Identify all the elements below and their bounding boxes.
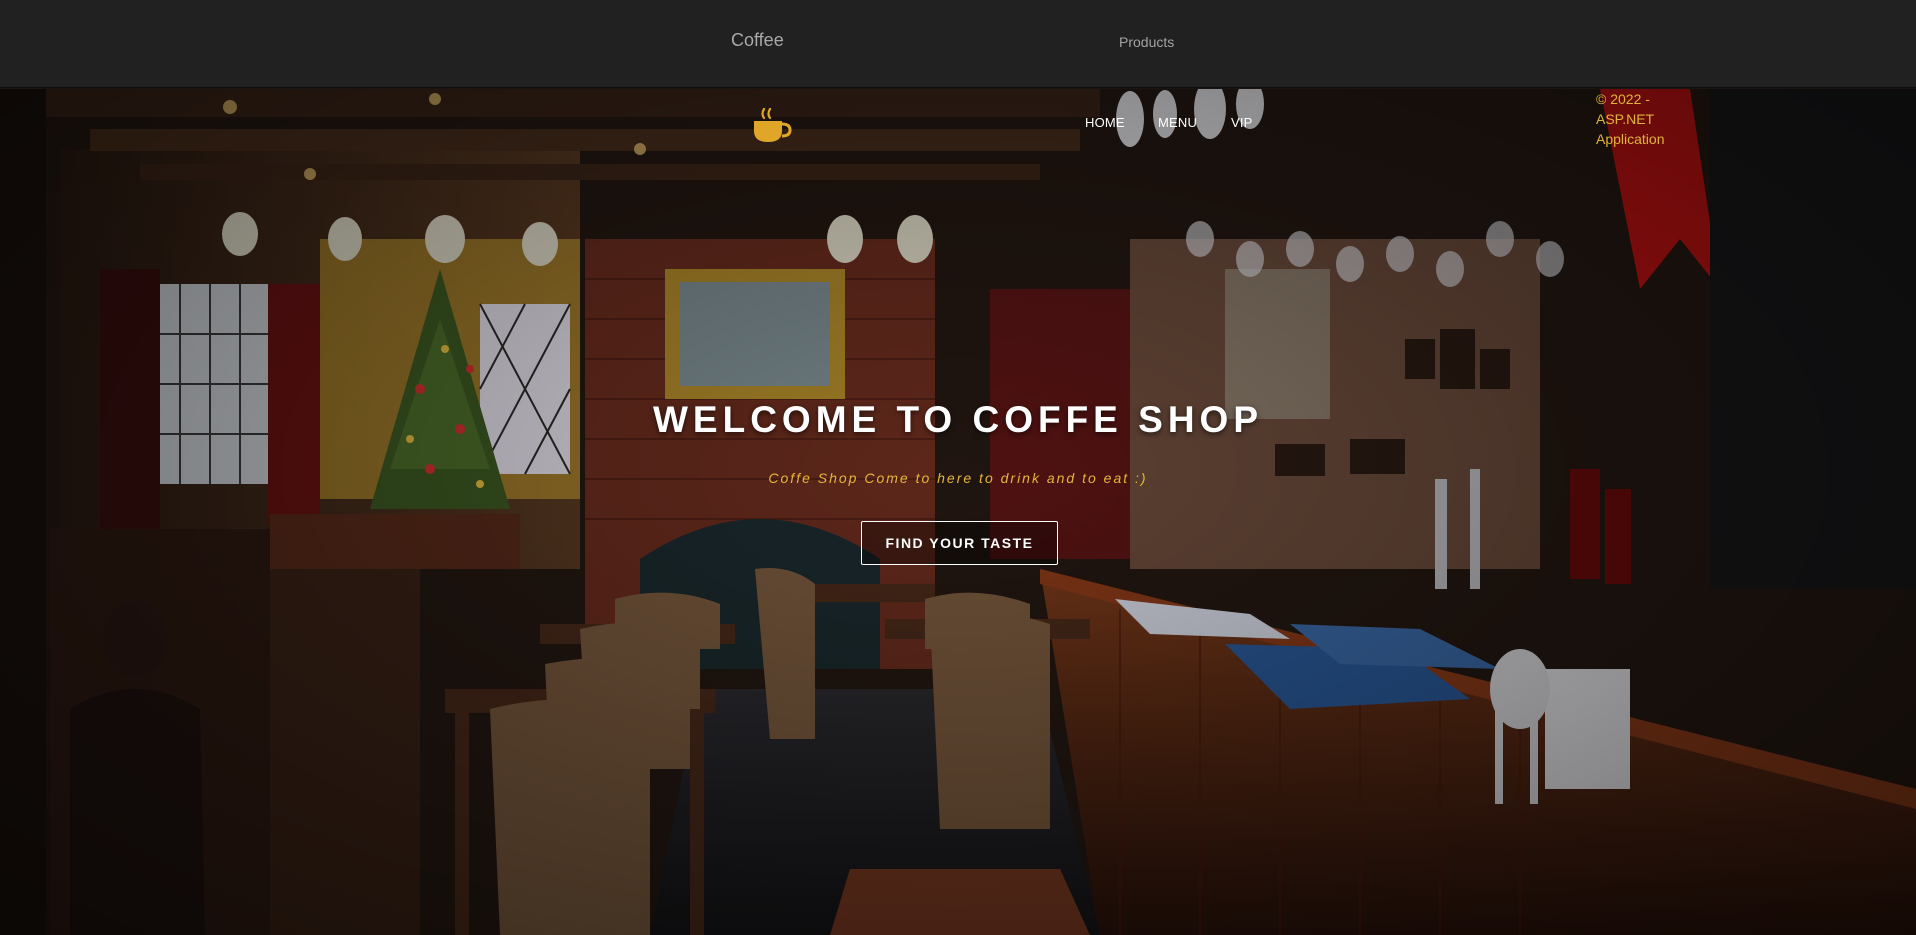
nav-link-products[interactable]: Products (1119, 34, 1174, 50)
top-navbar: Coffee Products (0, 0, 1916, 88)
hero-nav-home[interactable]: HOME (1085, 115, 1125, 130)
hero-subtitle: Coffe Shop Come to here to drink and to … (768, 470, 1148, 486)
hero-title: WELCOME TO COFFE SHOP (653, 399, 1263, 440)
hero-nav-menu[interactable]: MENU (1158, 115, 1197, 130)
hero-section: HOME MENU VIP © 2022 - ASP.NET Applicati… (0, 89, 1916, 935)
brand-link[interactable]: Coffee (731, 30, 784, 51)
find-your-taste-button[interactable]: FIND YOUR TASTE (861, 521, 1058, 565)
hero-dark-overlay (0, 89, 1916, 935)
hero-nav-vip[interactable]: VIP (1231, 115, 1253, 130)
copyright-text: © 2022 - ASP.NET Application (1596, 91, 1665, 147)
coffee-cup-icon[interactable] (752, 107, 792, 145)
